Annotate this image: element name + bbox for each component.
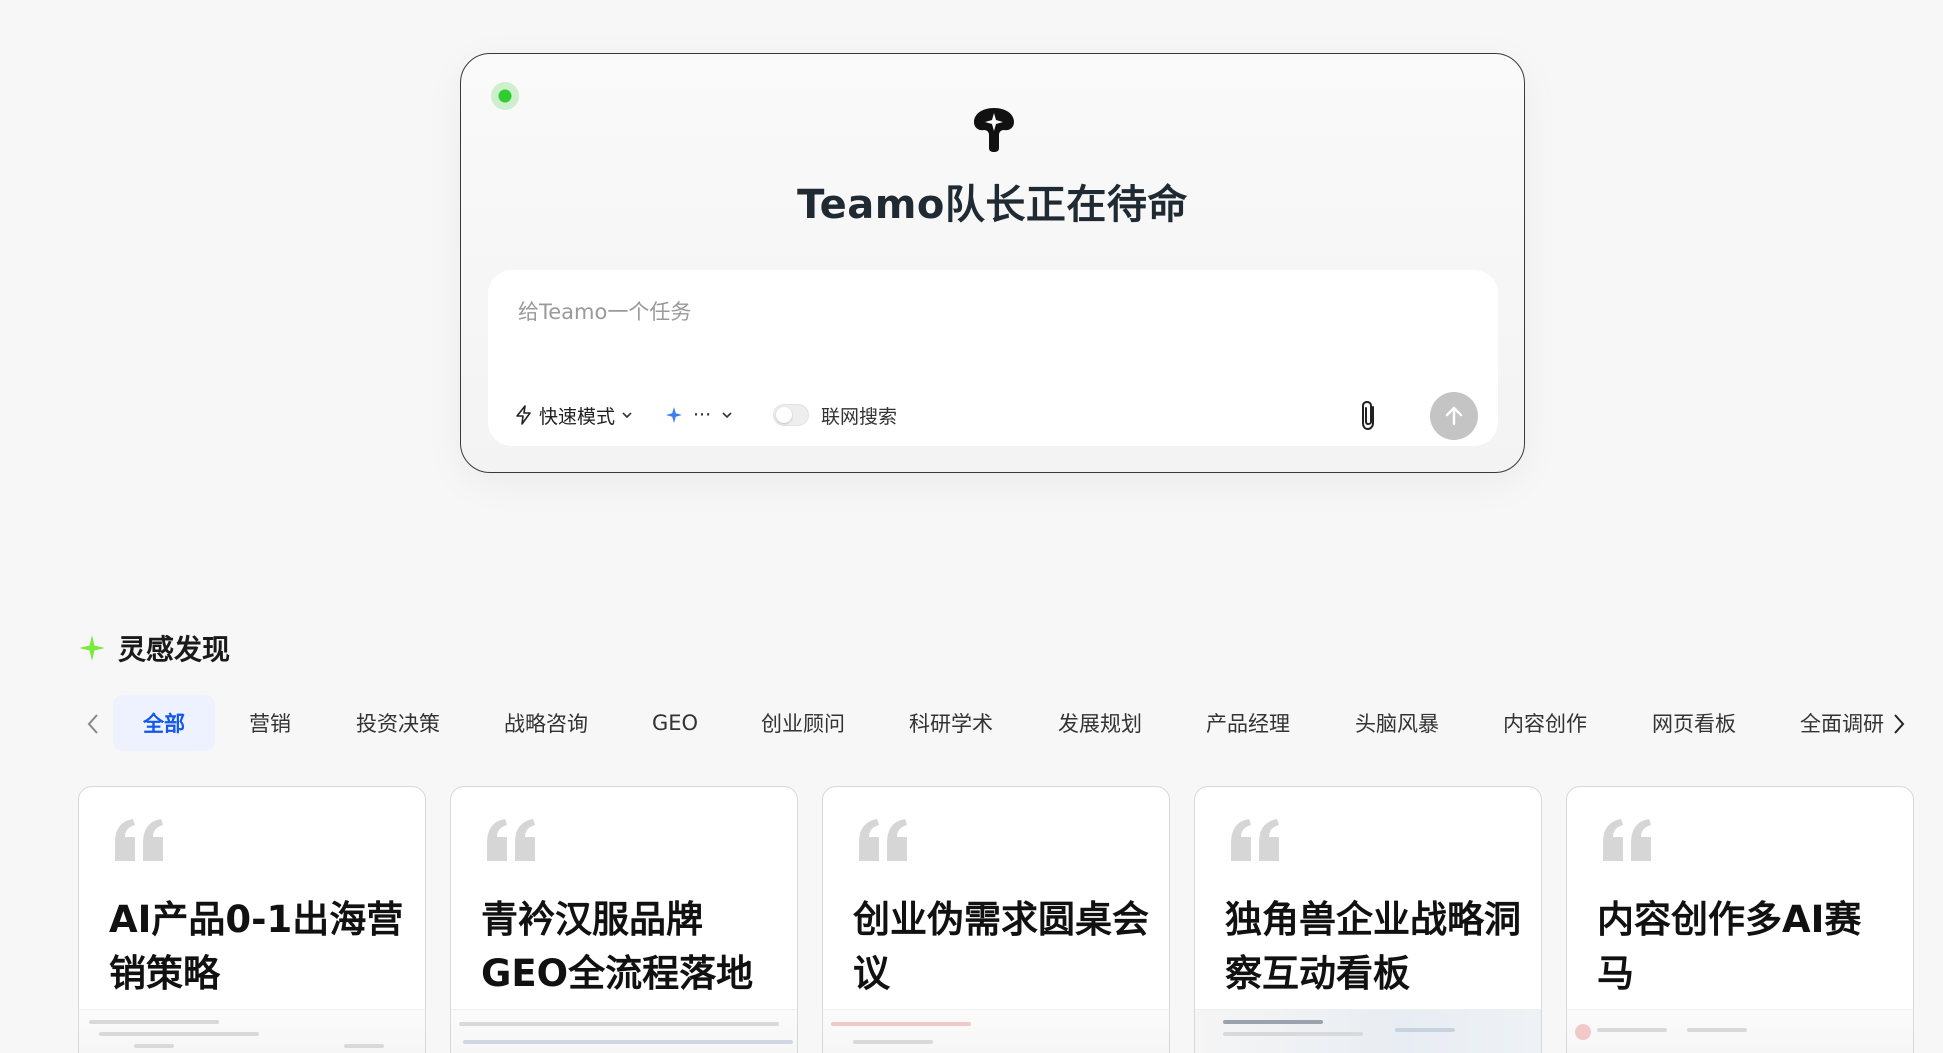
tabs-scroll-left-button[interactable] bbox=[78, 707, 108, 741]
tab-content[interactable]: 内容创作 bbox=[1473, 695, 1617, 751]
chevron-left-icon bbox=[87, 714, 98, 734]
inspiration-card[interactable]: 创业伪需求圆桌会议 bbox=[822, 786, 1170, 1053]
lightning-icon bbox=[516, 405, 531, 425]
web-search-control: 联网搜索 bbox=[773, 400, 897, 430]
inspiration-card[interactable]: 内容创作多AI赛马 bbox=[1566, 786, 1914, 1053]
inspiration-title: 灵感发现 bbox=[118, 633, 231, 666]
online-status-dot bbox=[491, 82, 519, 110]
chevron-down-icon bbox=[622, 412, 632, 419]
inspiration-card[interactable]: 独角兽企业战略洞察互动看板 bbox=[1194, 786, 1542, 1053]
card-preview-image bbox=[1567, 1009, 1913, 1053]
tab-brainstorm[interactable]: 头脑风暴 bbox=[1325, 695, 1469, 751]
card-title: 内容创作多AI赛马 bbox=[1597, 898, 1862, 995]
sparkle-icon bbox=[666, 407, 682, 423]
tab-all[interactable]: 全部 bbox=[113, 695, 215, 751]
card-preview-image bbox=[451, 1009, 797, 1053]
card-title: 青衿汉服品牌GEO全流程落地 bbox=[481, 898, 754, 995]
task-composer: Teamo队长正在待命 快速模式 ··· bbox=[460, 53, 1525, 473]
task-input-box: 快速模式 ··· 联网搜索 bbox=[488, 270, 1498, 446]
inspiration-heading: 灵感发现 bbox=[78, 628, 230, 668]
card-title: AI产品0-1出海营销策略 bbox=[109, 898, 404, 995]
category-tabs: 全部 营销 投资决策 战略咨询 GEO 创业顾问 科研学术 发展规划 产品经理 … bbox=[78, 695, 1908, 753]
web-search-toggle[interactable] bbox=[773, 404, 809, 426]
teamo-logo-icon bbox=[974, 108, 1014, 152]
composer-toolbar: 快速模式 ··· 联网搜索 bbox=[515, 392, 1478, 440]
chevron-down-icon bbox=[722, 412, 732, 419]
card-title: 创业伪需求圆桌会议 bbox=[853, 898, 1149, 995]
inspiration-card[interactable]: AI产品0-1出海营销策略 bbox=[78, 786, 426, 1053]
send-button[interactable] bbox=[1430, 392, 1478, 440]
task-input[interactable] bbox=[518, 292, 1458, 332]
quote-icon bbox=[487, 819, 535, 861]
tab-research[interactable]: 科研学术 bbox=[879, 695, 1023, 751]
composer-title: Teamo队长正在待命 bbox=[797, 182, 1188, 228]
tab-marketing[interactable]: 营销 bbox=[219, 695, 321, 751]
web-search-label: 联网搜索 bbox=[821, 405, 898, 428]
quote-icon bbox=[1603, 819, 1651, 861]
model-label: ··· bbox=[693, 404, 712, 426]
chevron-right-icon bbox=[1894, 714, 1905, 734]
tab-strategy[interactable]: 战略咨询 bbox=[474, 695, 618, 751]
tab-startup[interactable]: 创业顾问 bbox=[731, 695, 875, 751]
attachment-icon[interactable] bbox=[1352, 398, 1386, 434]
model-selector-button[interactable]: ··· bbox=[665, 400, 733, 430]
tab-investment[interactable]: 投资决策 bbox=[326, 695, 470, 751]
card-preview-image bbox=[823, 1009, 1169, 1053]
quote-icon bbox=[1231, 819, 1279, 861]
tab-planning[interactable]: 发展规划 bbox=[1028, 695, 1172, 751]
inspiration-cards: AI产品0-1出海营销策略 青衿汉服品牌GEO全流程落地 创业伪需求圆桌会议 独… bbox=[78, 786, 1914, 1053]
mode-label: 快速模式 bbox=[539, 405, 616, 428]
arrow-up-icon bbox=[1445, 406, 1463, 426]
tab-product[interactable]: 产品经理 bbox=[1176, 695, 1320, 751]
card-preview-image bbox=[1195, 1009, 1541, 1053]
quote-icon bbox=[115, 819, 163, 861]
sparkle-icon bbox=[79, 635, 105, 661]
mode-selector-button[interactable]: 快速模式 bbox=[515, 400, 633, 430]
page: Teamo队长正在待命 快速模式 ··· bbox=[0, 0, 1943, 1053]
card-title: 独角兽企业战略洞察互动看板 bbox=[1225, 898, 1521, 995]
inspiration-card[interactable]: 青衿汉服品牌GEO全流程落地 bbox=[450, 786, 798, 1053]
tab-geo[interactable]: GEO bbox=[622, 695, 728, 751]
tab-dashboard[interactable]: 网页看板 bbox=[1622, 695, 1766, 751]
quote-icon bbox=[859, 819, 907, 861]
tabs-scroll-right-button[interactable] bbox=[1884, 707, 1914, 741]
card-preview-image bbox=[79, 1009, 425, 1053]
